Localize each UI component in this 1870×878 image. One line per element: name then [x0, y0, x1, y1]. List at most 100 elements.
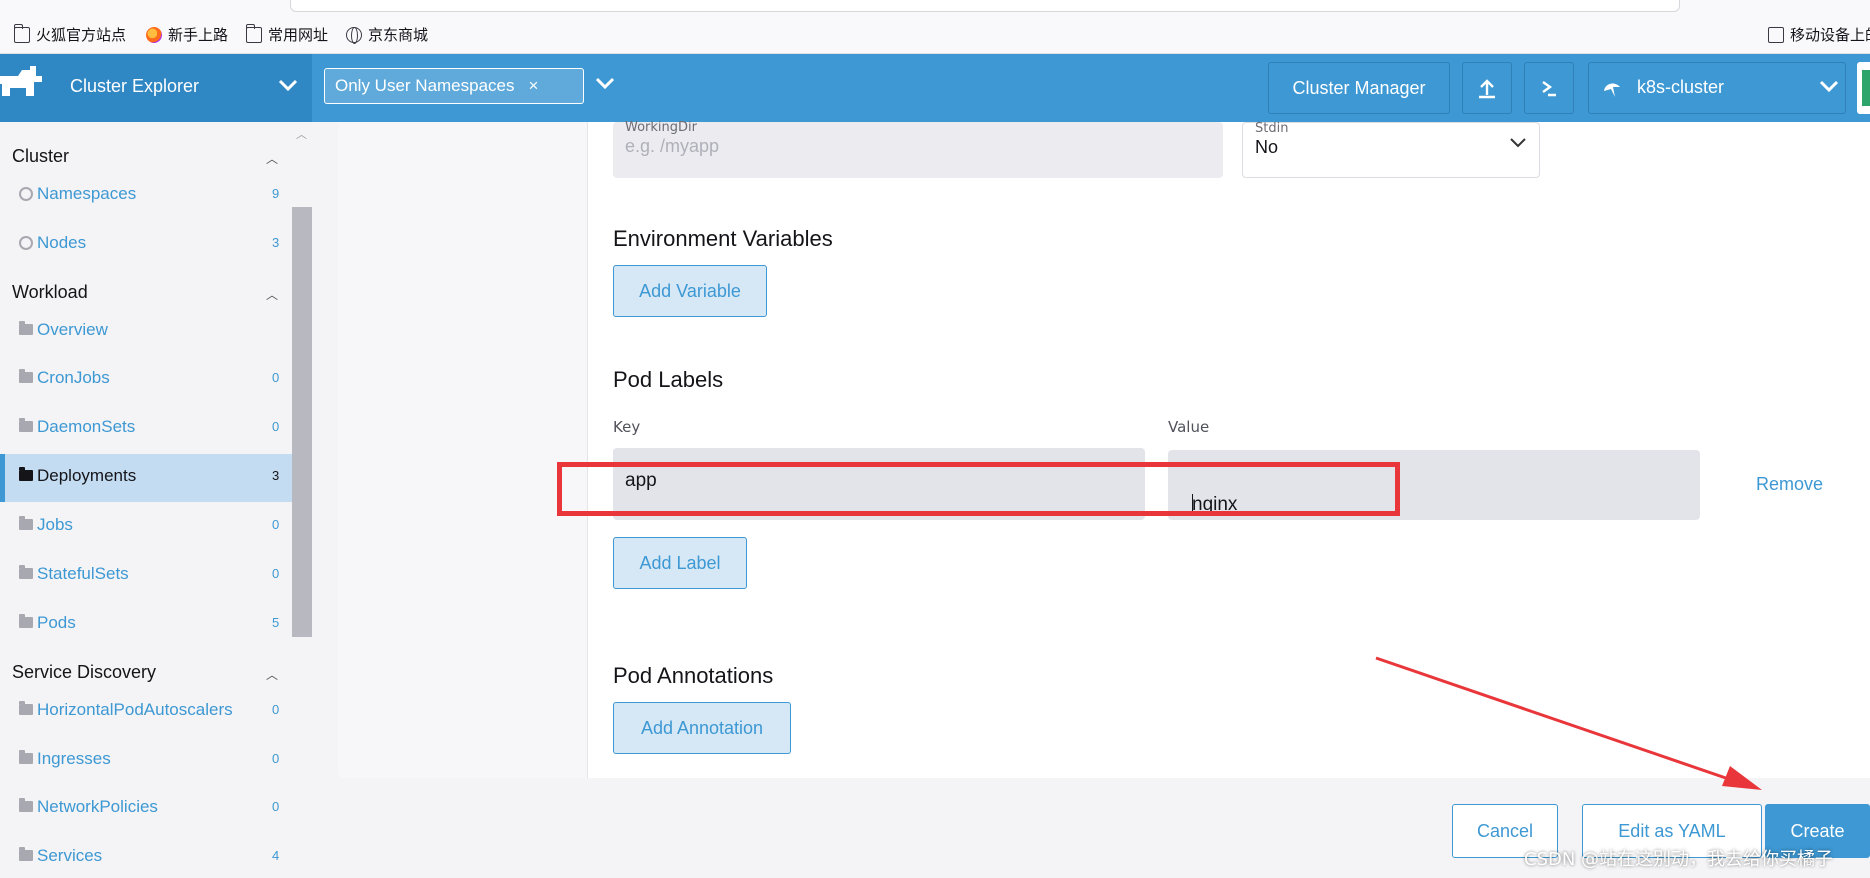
cluster-logo-icon: [1604, 83, 1620, 97]
sidebar-group-service-discovery[interactable]: Service Discovery: [12, 662, 156, 683]
sidebar-item-deployments[interactable]: Deployments 3: [0, 454, 292, 502]
chip-remove-icon[interactable]: ×: [529, 76, 539, 96]
sidebar-group-cluster[interactable]: Cluster: [12, 146, 69, 167]
bookmark-item-mobile[interactable]: 移动设备上的: [1768, 24, 1870, 45]
sidebar-item-count: 4: [272, 848, 280, 863]
sidebar-item-daemonsets[interactable]: DaemonSets 0: [0, 405, 292, 453]
sidebar-scrollbar[interactable]: ︿: [292, 122, 312, 878]
sidebar-item-count: 9: [272, 186, 280, 201]
main-content: WorkingDir e.g. /myapp Stdin No Environm…: [312, 120, 1870, 878]
folder-icon: [19, 565, 33, 579]
sidebar-item-services[interactable]: Services 4: [0, 834, 292, 878]
folder-icon: [19, 701, 33, 715]
terminal-icon: [1542, 81, 1556, 97]
sidebar-item-nodes[interactable]: Nodes 3: [0, 221, 292, 269]
globe-icon: [346, 26, 362, 44]
mobile-device-icon: [1768, 26, 1784, 43]
sidebar-item-label: Namespaces: [37, 184, 137, 203]
sidebar-item-label: Deployments: [37, 466, 137, 485]
cluster-explorer-menu[interactable]: Cluster Explorer: [0, 54, 312, 122]
sidebar-item-count: 3: [272, 468, 280, 483]
sidebar-item-namespaces[interactable]: Namespaces 9: [0, 172, 292, 220]
sidebar: Cluster ︿ Namespaces 9 Nodes 3 Workload …: [0, 122, 312, 878]
folder-icon: [19, 847, 33, 861]
sidebar-item-ingresses[interactable]: Ingresses 0: [0, 737, 292, 785]
bookmark-item[interactable]: 常用网址: [245, 23, 329, 45]
globe-icon: [19, 236, 33, 250]
import-yaml-button[interactable]: [1462, 62, 1512, 114]
namespace-filter[interactable]: Only User Namespaces ×: [324, 68, 584, 104]
sidebar-item-jobs[interactable]: Jobs 0: [0, 503, 292, 551]
folder-icon: [19, 321, 33, 335]
folder-icon: [19, 798, 33, 812]
sidebar-item-count: 0: [272, 419, 280, 434]
scroll-up-arrow-icon[interactable]: ︿: [296, 126, 307, 142]
annotation-arrow: [1375, 656, 1762, 790]
bookmark-item[interactable]: 京东商城: [346, 24, 428, 45]
sidebar-item-count: 0: [272, 370, 280, 385]
sidebar-item-count: 3: [272, 235, 280, 250]
chevron-up-icon[interactable]: ︿: [266, 286, 278, 303]
sidebar-item-networkpolicies[interactable]: NetworkPolicies 0: [0, 785, 292, 833]
bookmark-label: 常用网址: [268, 26, 329, 44]
scrollbar-thumb[interactable]: [292, 207, 312, 637]
sidebar-item-count: 0: [272, 702, 280, 717]
cluster-selector[interactable]: k8s-cluster: [1588, 62, 1846, 114]
sidebar-group-workload[interactable]: Workload: [12, 282, 88, 303]
sidebar-item-label: DaemonSets: [37, 417, 136, 436]
folder-icon: [19, 750, 33, 764]
sidebar-item-label: Nodes: [37, 233, 87, 252]
folder-icon: [19, 516, 33, 530]
folder-icon: [19, 467, 33, 481]
bookmark-item[interactable]: 新手上路: [146, 24, 228, 45]
bookmark-label: 新手上路: [168, 26, 229, 44]
sidebar-item-label: StatefulSets: [37, 564, 129, 583]
bookmark-label: 京东商城: [368, 26, 429, 44]
folder-icon: [13, 23, 30, 43]
cluster-manager-label: Cluster Manager: [1292, 77, 1426, 98]
globe-icon: [19, 187, 33, 201]
chevron-down-icon: [1819, 80, 1839, 93]
sidebar-item-label: Pods: [37, 613, 76, 632]
rancher-logo-icon: [0, 66, 42, 96]
sidebar-item-label: HorizontalPodAutoscalers: [37, 700, 233, 719]
chevron-down-icon: [278, 79, 298, 92]
cluster-name: k8s-cluster: [1637, 77, 1725, 97]
sidebar-item-label: Jobs: [37, 515, 73, 534]
sidebar-item-label: Ingresses: [37, 749, 111, 768]
chevron-up-icon[interactable]: ︿: [266, 666, 278, 683]
namespace-chip-label: Only User Namespaces: [335, 76, 515, 95]
firefox-icon: [146, 26, 162, 43]
bookmarks-bar: 火狐官方站点 新手上路 常用网址 京东商城 移动设备上的: [0, 14, 1870, 54]
edge-button[interactable]: [1857, 62, 1870, 114]
folder-icon: [19, 614, 33, 628]
browser-url-strip: [0, 0, 1870, 14]
namespace-chip: Only User Namespaces ×: [335, 76, 538, 96]
sidebar-item-count: 0: [272, 566, 280, 581]
sidebar-item-count: 5: [272, 615, 280, 630]
sidebar-item-label: Overview: [37, 320, 108, 339]
sidebar-item-count: 0: [272, 517, 280, 532]
sidebar-item-label: NetworkPolicies: [37, 797, 158, 816]
cluster-manager-button[interactable]: Cluster Manager: [1268, 62, 1450, 114]
sidebar-item-pods[interactable]: Pods 5: [0, 601, 292, 649]
chevron-up-icon[interactable]: ︿: [266, 150, 278, 167]
bookmark-label: 火狐官方站点: [36, 26, 127, 44]
sidebar-item-label: CronJobs: [37, 368, 110, 387]
top-header: Cluster Explorer Only User Namespaces × …: [0, 54, 1870, 122]
sidebar-item-count: 0: [272, 799, 280, 814]
kubectl-shell-button[interactable]: [1524, 62, 1574, 114]
folder-icon: [19, 418, 33, 432]
namespace-dropdown-chevron-icon[interactable]: [595, 76, 615, 90]
sidebar-item-overview[interactable]: Overview: [0, 308, 292, 356]
app-title: Cluster Explorer: [70, 76, 200, 96]
bookmark-item[interactable]: 火狐官方站点: [13, 23, 127, 45]
sidebar-item-cronjobs[interactable]: CronJobs 0: [0, 356, 292, 404]
folder-icon: [245, 23, 262, 43]
sidebar-item-statefulsets[interactable]: StatefulSets 0: [0, 552, 292, 600]
sidebar-item-label: Services: [37, 846, 103, 865]
url-bar[interactable]: [290, 0, 1680, 12]
upload-icon: [1479, 79, 1495, 99]
sidebar-item-hpa[interactable]: HorizontalPodAutoscalers 0: [0, 688, 292, 736]
bookmark-label: 移动设备上的: [1790, 26, 1870, 44]
